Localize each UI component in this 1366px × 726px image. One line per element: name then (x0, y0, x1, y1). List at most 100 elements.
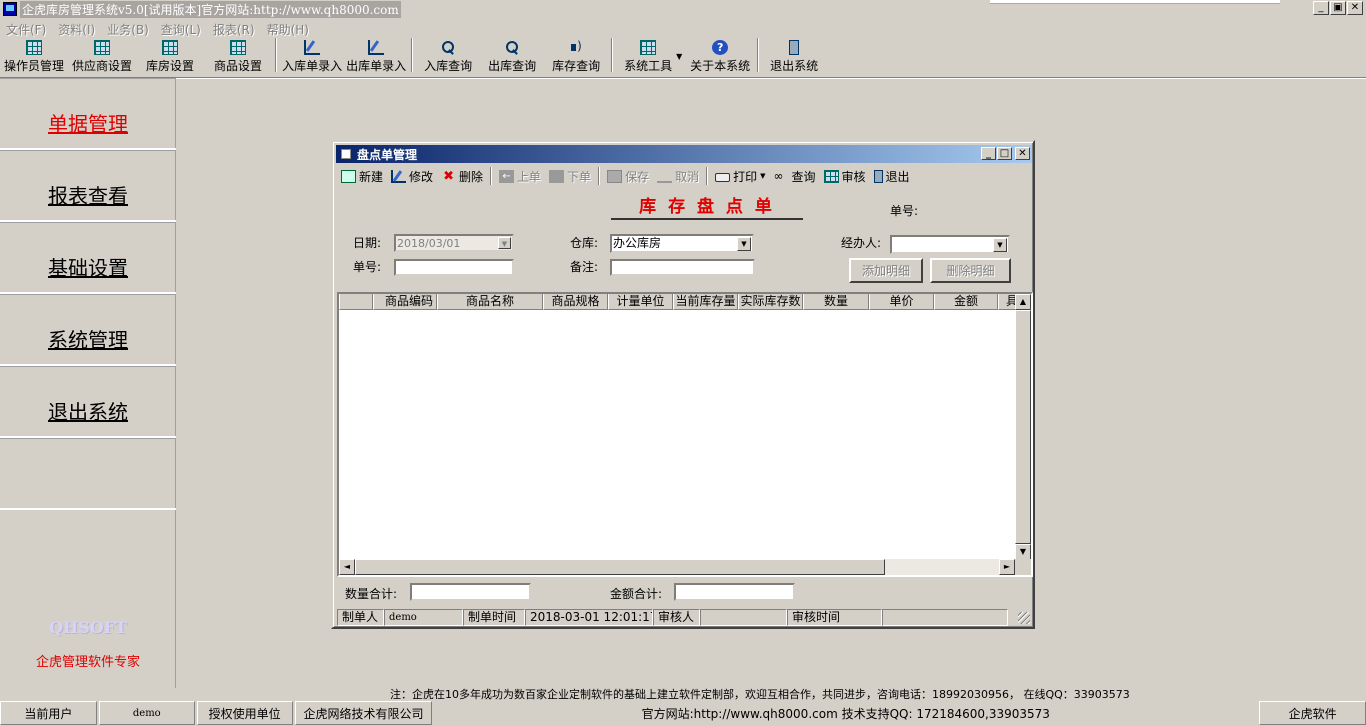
operator-button[interactable]: 操作员管理 (0, 38, 68, 74)
app-icon[interactable] (3, 2, 17, 16)
child-maximize-icon[interactable]: □ (997, 147, 1012, 160)
new-button[interactable]: 新建 (337, 168, 387, 185)
next-record-button[interactable]: 下单 (545, 168, 595, 185)
vertical-scrollbar[interactable]: ▲ ▼ (1015, 294, 1031, 562)
vertical-scroll-thumb[interactable] (1015, 310, 1031, 544)
notice-text: 注：企虎在10多年成功为数百家企业定制软件的基础上建立软件定制部，欢迎互相合作，… (390, 688, 1130, 700)
menu-report[interactable]: 报表(R) (207, 19, 261, 37)
amount-total-field[interactable] (674, 583, 795, 601)
column-header-actual-stock[interactable]: 实际库存数 (738, 294, 803, 310)
add-detail-button[interactable]: 添加明细 (849, 258, 923, 283)
quantity-total-field[interactable] (410, 583, 531, 601)
stock-in-entry-label: 入库单录入 (282, 59, 343, 73)
exit-system-button[interactable]: 退出系统 (762, 38, 826, 74)
date-field[interactable]: 2018/03/01 ▼ (394, 234, 514, 252)
column-header-unit[interactable]: 计量单位 (608, 294, 673, 310)
title-bar-highlight (990, 0, 1280, 4)
toolbar-separator (598, 167, 601, 185)
menu-query[interactable]: 查询(L) (155, 19, 207, 37)
grid-header: 商品编码 商品名称 商品规格 计量单位 当前库存量 实际库存数 数量 单价 金额… (339, 294, 1019, 310)
minimize-icon[interactable]: _ (1313, 1, 1329, 15)
query-button[interactable]: ∞ 查询 (770, 168, 820, 185)
edit-button[interactable]: 修改 (387, 168, 437, 185)
horizontal-scrollbar[interactable]: ◄ ► (339, 559, 1015, 575)
print-button[interactable]: 打印 ▼ (711, 168, 769, 185)
detail-grid[interactable]: 商品编码 商品名称 商品规格 计量单位 当前库存量 实际库存数 数量 单价 金额… (337, 292, 1033, 577)
exit-icon (873, 169, 883, 183)
menu-help[interactable]: 帮助(H) (261, 19, 315, 37)
site-info: 官方网站:http://www.qh8000.com 技术支持QQ: 17218… (641, 706, 1050, 721)
scroll-down-icon[interactable]: ▼ (1015, 544, 1031, 560)
column-header-name[interactable]: 商品名称 (437, 294, 543, 310)
child-minimize-icon[interactable]: _ (981, 147, 996, 160)
menu-bar: 文件(F) 资料(I) 业务(B) 查询(L) 报表(R) 帮助(H) (0, 19, 315, 37)
chevron-down-icon[interactable]: ▼ (760, 172, 765, 180)
resize-grip-icon[interactable] (1018, 612, 1030, 624)
sidebar-item-basic-settings[interactable]: 基础设置 (0, 222, 176, 294)
remark-field[interactable] (610, 259, 755, 276)
number-field[interactable] (394, 259, 514, 276)
prev-icon: ← (499, 169, 515, 183)
scroll-corner (1015, 559, 1031, 575)
audit-button[interactable]: 审核 (820, 168, 870, 185)
scroll-right-icon[interactable]: ► (999, 559, 1015, 575)
system-tools-button[interactable]: 系统工具 (616, 38, 676, 74)
scroll-left-icon[interactable]: ◄ (339, 559, 355, 575)
menu-data[interactable]: 资料(I) (52, 19, 101, 37)
new-icon (341, 169, 356, 183)
toolbar-separator (411, 38, 414, 72)
save-button[interactable]: 保存 (603, 168, 653, 185)
warehouse-button[interactable]: 库房设置 (136, 38, 204, 74)
sidebar-item-exit[interactable]: 退出系统 (0, 366, 176, 438)
product-button[interactable]: 商品设置 (204, 38, 272, 74)
exit-button[interactable]: 退出 (870, 168, 914, 185)
column-header-amount[interactable]: 金额 (934, 294, 998, 310)
stock-out-query-button[interactable]: 出库查询 (480, 38, 544, 74)
warehouse-select[interactable]: 办公库房 ▼ (610, 234, 754, 253)
child-close-icon[interactable]: ✕ (1015, 147, 1030, 160)
handler-select[interactable]: ▼ (890, 235, 1010, 254)
toolbar-separator (706, 167, 709, 185)
stock-out-entry-button[interactable]: 出库单录入 (344, 38, 408, 74)
chevron-down-icon[interactable]: ▼ (737, 237, 751, 251)
chevron-down-icon[interactable]: ▼ (498, 237, 511, 249)
column-header-quantity[interactable]: 数量 (803, 294, 869, 310)
chart-icon (640, 40, 657, 55)
delete-label: 删除 (459, 169, 484, 184)
inventory-query-button[interactable]: 库存查询 (544, 38, 608, 74)
stock-in-query-button[interactable]: 入库查询 (416, 38, 480, 74)
delete-detail-button[interactable]: 删除明细 (930, 258, 1011, 283)
menu-business[interactable]: 业务(B) (101, 19, 155, 37)
column-header-price[interactable]: 单价 (869, 294, 934, 310)
chevron-down-icon[interactable]: ▼ (676, 38, 686, 61)
sidebar-item-documents[interactable]: 单据管理 (0, 78, 176, 150)
amount-total-label: 金额合计: (610, 587, 663, 601)
sidebar-item-system[interactable]: 系统管理 (0, 294, 176, 366)
restore-icon[interactable]: ▣ (1330, 1, 1346, 15)
chevron-down-icon[interactable]: ▼ (993, 238, 1007, 252)
close-icon[interactable]: ✕ (1347, 1, 1363, 15)
column-header-current-stock[interactable]: 当前库存量 (673, 294, 738, 310)
audit-label: 审核 (841, 169, 866, 184)
document-heading: 库 存 盘 点 单 (611, 192, 803, 220)
menu-file[interactable]: 文件(F) (0, 19, 52, 37)
prev-record-button[interactable]: ← 上单 (495, 168, 545, 185)
qhsoft-logo: QHSOFT (49, 618, 127, 637)
cancel-button[interactable]: 取消 (653, 168, 703, 185)
column-header-spec[interactable]: 商品规格 (543, 294, 608, 310)
delete-button[interactable]: ✖ 删除 (437, 168, 487, 185)
stock-in-entry-button[interactable]: 入库单录入 (280, 38, 344, 74)
supplier-button[interactable]: 供应商设置 (68, 38, 136, 74)
column-header-code[interactable]: 商品编码 (373, 294, 437, 310)
about-button[interactable]: ? 关于本系统 (686, 38, 754, 74)
horizontal-scroll-thumb[interactable] (355, 559, 885, 575)
stock-out-entry-label: 出库单录入 (346, 59, 407, 73)
child-toolbar: 新建 修改 ✖ 删除 ← 上单 下单 保存 取消 打印 ▼ ∞ 查询 审核 退出 (337, 165, 914, 187)
window-controls: _ ▣ ✕ (1313, 1, 1363, 15)
search-doc-icon (440, 40, 456, 55)
sidebar-item-reports[interactable]: 报表查看 (0, 150, 176, 222)
date-value: 2018/03/01 (397, 237, 461, 250)
new-label: 新建 (359, 169, 384, 184)
scroll-up-icon[interactable]: ▲ (1015, 294, 1031, 310)
help-icon: ? (712, 40, 729, 55)
